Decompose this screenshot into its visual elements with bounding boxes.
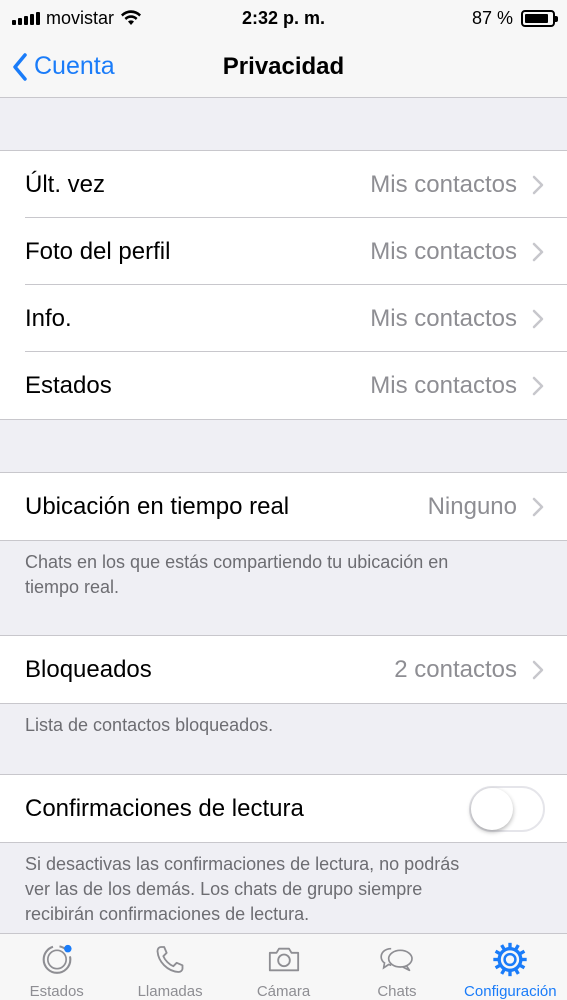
row-value: Mis contactos [370, 237, 517, 265]
tab-chats[interactable]: Chats [340, 934, 453, 1000]
camera-icon [268, 947, 299, 972]
chevron-left-icon [13, 52, 27, 81]
live-location-row[interactable]: Ubicación en tiempo real Ninguno [0, 473, 567, 540]
back-button-label: Cuenta [34, 52, 115, 80]
read-receipts-row: Confirmaciones de lectura [0, 775, 567, 842]
blocked-group: Bloqueados 2 contactos [0, 635, 567, 704]
row-value: Mis contactos [370, 304, 517, 332]
navigation-bar: Cuenta Privacidad [0, 36, 567, 98]
footnote-line: recibirán confirmaciones de lectura. [25, 904, 310, 924]
last-seen-row[interactable]: Últ. vez Mis contactos [0, 151, 567, 218]
chevron-right-icon [532, 376, 544, 395]
row-value: Mis contactos [370, 170, 517, 198]
row-value: Ninguno [427, 492, 517, 520]
read-receipts-toggle[interactable] [469, 785, 545, 832]
tab-label: Cámara [256, 983, 311, 1000]
status-bar: movistar 2:32 p. m. 87 % [0, 0, 567, 36]
blocked-footnote: Lista de contactos bloqueados. [25, 715, 274, 735]
read-receipts-group: Confirmaciones de lectura [0, 774, 567, 843]
chevron-right-icon [532, 242, 544, 261]
tab-estados[interactable]: Estados [0, 934, 113, 1000]
tab-bar: Estados Llamadas Cámara Chats Configurac… [0, 933, 567, 1000]
status-icon [42, 944, 72, 974]
footnote-line: ver las de los demás. Los chats de grupo… [25, 879, 423, 899]
info-row[interactable]: Info. Mis contactos [0, 284, 567, 352]
chevron-right-icon [532, 309, 544, 328]
blocked-row[interactable]: Bloqueados 2 contactos [0, 636, 567, 703]
status-left: movistar [12, 8, 192, 29]
toggle-knob [471, 787, 513, 830]
chevron-right-icon [532, 660, 544, 679]
battery-icon [521, 9, 558, 27]
tab-llamadas[interactable]: Llamadas [113, 934, 226, 1000]
tab-label: Configuración [464, 983, 557, 1000]
phone-icon [156, 946, 184, 973]
row-label: Estados [25, 371, 112, 399]
chats-icon [380, 947, 413, 972]
chevron-right-icon [532, 497, 544, 516]
gear-icon [493, 942, 527, 977]
tab-label: Estados [29, 983, 84, 1000]
tab-configuracion[interactable]: Configuración [454, 934, 567, 1000]
privacy-visibility-group: Últ. vez Mis contactos Foto del perfil M… [0, 150, 567, 420]
row-label: Foto del perfil [25, 237, 171, 265]
live-location-footnote: Chats en los que estás compartiendo tu u… [25, 550, 525, 600]
tab-label: Chats [377, 983, 417, 1000]
row-value: Mis contactos [370, 371, 517, 399]
footnote-line: tiempo real. [25, 577, 120, 597]
battery-fill [525, 13, 548, 23]
status-time: 2:32 p. m. [241, 7, 326, 28]
row-label: Info. [25, 304, 72, 332]
row-label: Confirmaciones de lectura [25, 794, 304, 822]
signal-icon [12, 11, 40, 25]
back-button[interactable]: Cuenta [12, 52, 115, 81]
status-right: 87 % [375, 7, 558, 29]
row-label: Últ. vez [25, 170, 106, 198]
carrier-name: movistar [46, 7, 115, 28]
live-location-group: Ubicación en tiempo real Ninguno [0, 472, 567, 541]
row-value: 2 contactos [394, 655, 517, 683]
profile-photo-row[interactable]: Foto del perfil Mis contactos [0, 217, 567, 285]
footnote-line: Chats en los que estás compartiendo tu u… [25, 552, 449, 572]
read-receipts-footnote: Si desactivas las confirmaciones de lect… [25, 852, 525, 927]
tab-label: Llamadas [137, 983, 203, 1000]
wifi-icon [121, 10, 142, 25]
status-row[interactable]: Estados Mis contactos [0, 351, 567, 419]
footnote-line: Si desactivas las confirmaciones de lect… [25, 854, 460, 874]
chevron-right-icon [532, 175, 544, 194]
row-label: Ubicación en tiempo real [25, 492, 290, 520]
tab-camara[interactable]: Cámara [227, 934, 340, 1000]
battery-percent: 87 % [471, 7, 513, 28]
row-label: Bloqueados [25, 655, 152, 683]
